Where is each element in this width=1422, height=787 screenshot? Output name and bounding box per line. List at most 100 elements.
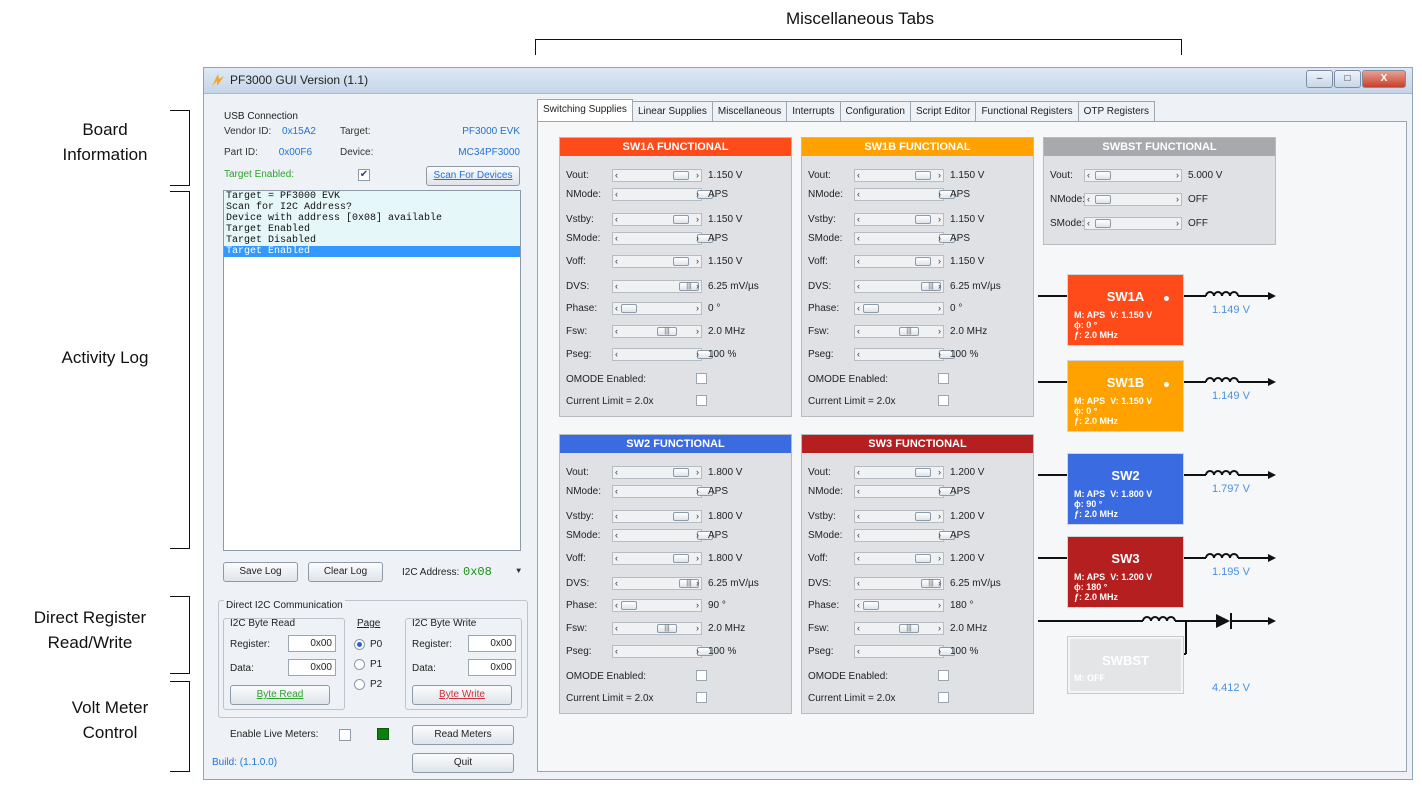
page-p0-label: P0	[370, 639, 383, 650]
read-data-input[interactable]: 0x00	[288, 659, 336, 676]
log-line: Device with address [0x08] available	[224, 213, 520, 224]
part-id-value: 0x00F6	[278, 147, 313, 158]
sw1a-regulator-box[interactable]: SW1A M: APS V: 1.150 Vϕ: 0 ° ƒ: 2.0 MHz	[1067, 274, 1184, 346]
regulator-frequency: ƒ: 2.0 MHz	[1074, 416, 1119, 426]
status-dot-icon	[1164, 296, 1169, 301]
minimize-button[interactable]: –	[1306, 70, 1333, 88]
write-data-input[interactable]: 0x00	[468, 659, 516, 676]
log-line: Target Enabled	[224, 224, 520, 235]
device-value: MC34PF3000	[458, 147, 520, 158]
log-line-selected: Target Enabled	[224, 246, 520, 257]
tab-otp-registers[interactable]: OTP Registers	[1077, 101, 1155, 122]
title-bar[interactable]: PF3000 GUI Version (1.1) – □ X	[204, 68, 1412, 94]
tab-strip: Switching Supplies Linear Supplies Misce…	[537, 99, 1155, 122]
part-id-row: Part ID: 0x00F6	[224, 147, 312, 158]
inductor-icon	[1205, 470, 1239, 476]
tab-script-editor[interactable]: Script Editor	[909, 101, 977, 122]
write-register-label: Register:	[412, 639, 453, 650]
chevron-down-icon: ▼	[516, 567, 521, 576]
tab-functional-registers[interactable]: Functional Registers	[975, 101, 1079, 122]
regulator-mode: M: APS	[1074, 310, 1106, 320]
read-meters-button[interactable]: Read Meters	[412, 725, 514, 745]
swbst-measured-voltage: 4.412 V	[1212, 682, 1250, 694]
enable-live-meters-checkbox[interactable]	[339, 729, 351, 741]
arrow-right-icon	[1268, 292, 1276, 300]
byte-write-button[interactable]: Byte Write	[412, 685, 512, 705]
regulator-phase: ϕ: 0 °	[1074, 406, 1098, 416]
tab-miscellaneous[interactable]: Miscellaneous	[711, 101, 788, 122]
write-data-label: Data:	[412, 663, 436, 674]
byte-read-button[interactable]: Byte Read	[230, 685, 330, 705]
page-p1-radio[interactable]	[354, 659, 365, 670]
tab-switching-supplies[interactable]: Switching Supplies	[537, 99, 633, 122]
tab-configuration[interactable]: Configuration	[839, 101, 911, 122]
annotation-board-info: Board Information	[40, 117, 170, 167]
vendor-id-value: 0x15A2	[282, 126, 316, 137]
scan-devices-label: Scan For Devices	[433, 170, 513, 181]
i2c-address-select[interactable]: 0x08 ▼	[463, 562, 523, 582]
regulator-phase: ϕ: 180 °	[1074, 582, 1108, 592]
tab-interrupts[interactable]: Interrupts	[786, 101, 841, 122]
swbst-regulator-box[interactable]: SWBST M: OFF	[1067, 636, 1184, 694]
read-register-input[interactable]: 0x00	[288, 635, 336, 652]
app-logo-icon	[212, 74, 224, 86]
annotation-board-info-line1: Board	[82, 120, 128, 139]
page-p1-label: P1	[370, 659, 383, 670]
quit-button[interactable]: Quit	[412, 753, 514, 773]
activity-log[interactable]: Target = PF3000 EVK Scan for I2C Address…	[223, 190, 521, 551]
tab-linear-supplies[interactable]: Linear Supplies	[631, 101, 713, 122]
log-line: Target Disabled	[224, 235, 520, 246]
sw1b-measured-voltage: 1.149 V	[1212, 390, 1250, 402]
window-title: PF3000 GUI Version (1.1)	[230, 73, 369, 87]
regulator-diagram-wires	[1038, 291, 1276, 655]
byte-write-label: Byte Write	[439, 689, 485, 700]
byte-read-label: Byte Read	[256, 689, 304, 700]
annotation-direct-register: Direct Register Read/Write	[10, 605, 170, 655]
diode-icon	[1216, 614, 1230, 628]
device-label: Device:	[340, 147, 374, 158]
target-value: PF3000 EVK	[462, 126, 520, 137]
annotation-activity-log: Activity Log	[61, 348, 149, 367]
save-log-button[interactable]: Save Log	[223, 562, 298, 582]
annotation-volt-meter: Volt Meter Control	[40, 695, 180, 745]
vendor-id-label: Vendor ID:	[224, 126, 272, 137]
regulator-name: SW2	[1111, 468, 1140, 483]
inductor-icon	[1205, 377, 1239, 383]
regulator-mode-volt: M: APS V: 1.150 V	[1074, 396, 1152, 406]
maximize-button[interactable]: □	[1334, 70, 1361, 88]
regulator-frequency: ƒ: 2.0 MHz	[1074, 509, 1119, 519]
target-enabled-checkbox[interactable]: ✔	[358, 169, 370, 181]
annotation-direct-register-line1: Direct Register	[33, 608, 147, 627]
enable-live-meters-label: Enable Live Meters:	[230, 729, 319, 740]
regulator-voltage: V: 1.150 V	[1110, 396, 1153, 406]
regulator-mode: M: APS	[1074, 572, 1106, 582]
clear-log-button[interactable]: Clear Log	[308, 562, 383, 582]
inductor-icon	[1205, 553, 1239, 559]
status-dot-icon	[1164, 382, 1169, 387]
sw1b-regulator-box[interactable]: SW1B M: APS V: 1.150 Vϕ: 0 ° ƒ: 2.0 MHz	[1067, 360, 1184, 432]
regulator-mode-volt: M: APS V: 1.800 V	[1074, 489, 1152, 499]
write-register-input[interactable]: 0x00	[468, 635, 516, 652]
left-panel: USB Connection Vendor ID: 0x15A2 Target:…	[212, 98, 530, 776]
app-window: PF3000 GUI Version (1.1) – □ X USB Conne…	[203, 67, 1413, 780]
scan-devices-button[interactable]: Scan For Devices	[426, 166, 520, 186]
vendor-id-row: Vendor ID: 0x15A2	[224, 126, 316, 137]
i2c-address-label: I2C Address:	[402, 567, 460, 578]
sw3-regulator-box[interactable]: SW3 M: APS V: 1.200 Vϕ: 180 ° ƒ: 2.0 MHz	[1067, 536, 1184, 608]
regulator-phase: ϕ: 90 °	[1074, 499, 1103, 509]
annotation-volt-meter-line1: Volt Meter	[71, 698, 149, 717]
regulator-frequency: ƒ: 2.0 MHz	[1074, 330, 1119, 340]
close-button[interactable]: X	[1362, 70, 1406, 88]
page-p0-radio[interactable]	[354, 639, 365, 650]
part-id-label: Part ID:	[224, 147, 258, 158]
annotation-direct-register-line2: Read/Write	[47, 633, 133, 652]
annotation-misc-tabs: Miscellaneous Tabs	[785, 9, 935, 28]
bracket-board-info	[170, 110, 190, 186]
regulator-name: SW3	[1111, 551, 1140, 566]
bracket-misc-tabs	[535, 39, 1182, 55]
read-data-label: Data:	[230, 663, 254, 674]
sw2-regulator-box[interactable]: SW2 M: APS V: 1.800 Vϕ: 90 ° ƒ: 2.0 MHz	[1067, 453, 1184, 525]
usb-group-label: USB Connection	[224, 111, 298, 122]
page-p2-radio[interactable]	[354, 679, 365, 690]
arrow-right-icon	[1268, 617, 1276, 625]
